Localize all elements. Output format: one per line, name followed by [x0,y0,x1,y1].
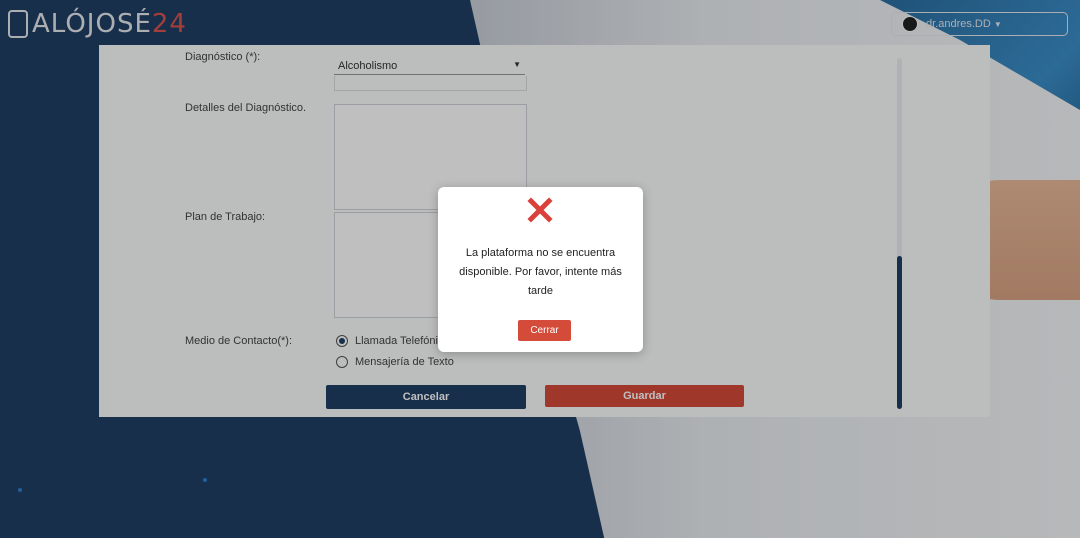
close-button[interactable]: Cerrar [518,320,571,341]
error-modal: La plataforma no se encuentra disponible… [438,187,643,352]
error-x-icon [527,197,553,223]
modal-message: La plataforma no se encuentra disponible… [459,247,622,297]
